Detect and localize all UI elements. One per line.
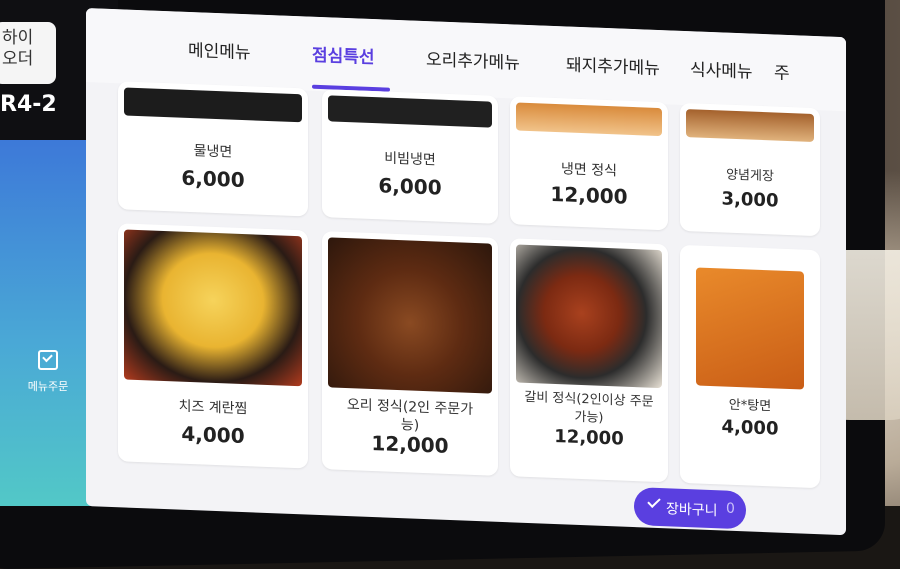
menu-card[interactable]: 냉면 정식 12,000 — [510, 96, 668, 231]
menu-item-name: 갈비 정식(2인이상 주문가능) — [524, 389, 654, 426]
menu-card[interactable]: 양념게장 3,000 — [680, 102, 820, 237]
menu-card[interactable]: 갈비 정식(2인이상 주문가능) 12,000 — [510, 238, 668, 483]
tab-pork-extra[interactable]: 돼지추가메뉴 — [566, 50, 660, 79]
logo-line-1: 하이 — [2, 28, 34, 48]
menu-item-price: 4,000 — [721, 416, 779, 440]
tab-lunch-special[interactable]: 점심특선 — [312, 41, 375, 68]
menu-item-photo — [124, 229, 302, 387]
menu-item-photo — [516, 244, 662, 389]
cart-label: 장바구니 — [666, 501, 718, 520]
menu-item-photo — [328, 95, 492, 128]
menu-screen: 메인메뉴 점심특선 오리추가메뉴 돼지추가메뉴 식사메뉴 주 › 물냉면 6,0… — [86, 8, 846, 536]
menu-item-photo — [124, 87, 302, 123]
cart-button[interactable]: 장바구니 0 — [634, 487, 746, 530]
menu-item-price: 12,000 — [550, 181, 628, 209]
menu-item-name: 양념게장 — [726, 167, 774, 185]
menu-item-price: 6,000 — [181, 165, 245, 193]
tab-drinks[interactable]: 주 — [774, 58, 790, 84]
menu-order-button[interactable]: 메뉴주문 — [18, 350, 78, 394]
menu-card[interactable]: 물냉면 6,000 — [118, 81, 308, 217]
tab-main-menu[interactable]: 메인메뉴 — [188, 36, 251, 63]
app-logo: 하이 오더 — [0, 22, 56, 84]
tab-meal-menu[interactable]: 식사메뉴 — [690, 55, 753, 82]
menu-card[interactable]: 오리 정식(2인 주문가능) 12,000 — [322, 231, 498, 476]
menu-item-photo — [328, 237, 492, 394]
menu-card[interactable]: 비빔냉면 6,000 — [322, 89, 498, 224]
menu-card[interactable]: 치즈 계란찜 4,000 — [118, 223, 308, 469]
menu-card[interactable]: 안*탕면 4,000 — [680, 244, 820, 489]
menu-item-name: 비빔냉면 — [384, 150, 436, 169]
logo-line-2: 오더 — [2, 49, 34, 69]
table-number: R4-2 — [0, 92, 57, 117]
menu-item-price: 3,000 — [721, 188, 779, 212]
menu-item-name: 물냉면 — [193, 143, 233, 161]
menu-item-photo — [686, 109, 814, 142]
cart-count: 0 — [726, 500, 735, 517]
menu-item-photo — [696, 267, 804, 390]
clipboard-check-icon — [38, 350, 58, 370]
menu-item-price: 6,000 — [378, 173, 442, 200]
menu-order-label: 메뉴주문 — [27, 380, 69, 393]
tab-duck-extra[interactable]: 오리추가메뉴 — [426, 45, 520, 74]
menu-item-name: 냉면 정식 — [561, 161, 617, 180]
menu-item-price: 4,000 — [181, 421, 245, 449]
menu-item-photo — [516, 102, 662, 137]
menu-item-name: 치즈 계란찜 — [178, 398, 248, 418]
